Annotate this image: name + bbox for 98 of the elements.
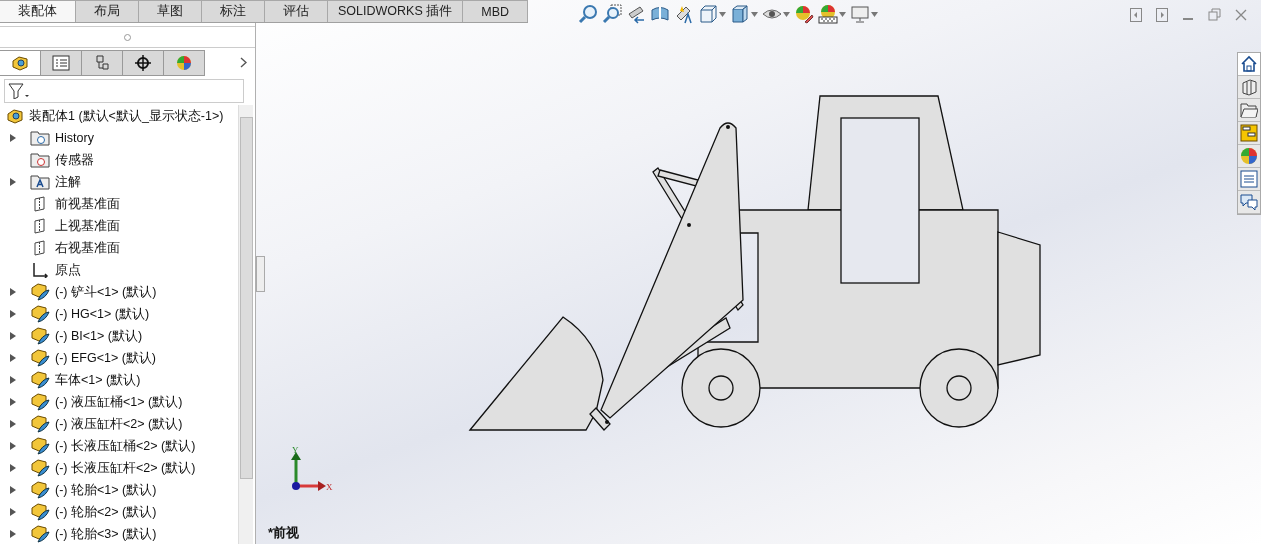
expand-arrow-icon[interactable]	[10, 442, 16, 450]
property-list-icon[interactable]	[52, 55, 70, 71]
appearance-pencil-icon[interactable]	[794, 4, 814, 24]
command-tab[interactable]: 评估	[265, 0, 328, 22]
command-tab[interactable]: 布局	[76, 0, 139, 22]
expand-arrow-icon[interactable]	[10, 530, 16, 538]
expand-arrow-icon[interactable]	[10, 464, 16, 472]
part-icon	[30, 327, 50, 345]
expand-arrow-icon[interactable]	[10, 398, 16, 406]
tree-item[interactable]: (-) EFG<1> (默认)	[0, 347, 238, 369]
crosshair-icon[interactable]	[135, 55, 151, 71]
zoom-icon[interactable]	[578, 4, 598, 24]
tree-item[interactable]: 车体<1> (默认)	[0, 369, 238, 391]
tree-item[interactable]: 传感器	[0, 149, 238, 171]
folder-letter-icon	[30, 174, 50, 190]
tile-left-icon[interactable]	[1130, 8, 1142, 22]
panel-tab[interactable]	[123, 50, 164, 76]
shaded-cube-icon[interactable]	[730, 4, 750, 24]
tree-item[interactable]: 右视基准面	[0, 237, 238, 259]
filter-icon	[8, 83, 30, 99]
tree-item[interactable]: History	[0, 127, 238, 149]
cube-icon[interactable]	[698, 4, 718, 24]
expand-arrow-icon[interactable]	[10, 332, 16, 340]
part-icon	[30, 371, 50, 389]
command-tab[interactable]: MBD	[463, 0, 528, 22]
folder-gauge-icon	[30, 152, 50, 168]
expand-arrow-icon[interactable]	[10, 420, 16, 428]
part-icon	[30, 525, 50, 543]
part-icon	[30, 305, 50, 323]
command-tab[interactable]: SOLIDWORKS 插件	[328, 0, 464, 22]
part-icon	[30, 481, 50, 499]
axis-label: Y	[292, 445, 299, 455]
expand-arrow-icon[interactable]	[10, 310, 16, 318]
filter-field[interactable]	[4, 79, 244, 103]
origin-axes-icon	[30, 262, 50, 278]
assembly-icon[interactable]	[11, 55, 29, 71]
tree-item[interactable]: (-) 轮胎<1> (默认)	[0, 479, 238, 501]
chevron-right-icon[interactable]	[240, 57, 247, 68]
expand-arrow-icon[interactable]	[10, 134, 16, 142]
annotation-view-icon[interactable]	[674, 4, 694, 24]
panel-collapse-handle[interactable]	[256, 256, 265, 292]
tree-item[interactable]: (-) HG<1> (默认)	[0, 303, 238, 325]
tree-item[interactable]: 前视基准面	[0, 193, 238, 215]
tree-item[interactable]: (-) 长液压缸桶<2> (默认)	[0, 435, 238, 457]
close-icon[interactable]	[1235, 8, 1247, 22]
tree-item[interactable]: (-) 长液压缸杆<2> (默认)	[0, 457, 238, 479]
assembly-icon	[6, 108, 24, 124]
tree-item[interactable]: (-) 液压缸杆<2> (默认)	[0, 413, 238, 435]
tree-item[interactable]: 原点	[0, 259, 238, 281]
command-tab[interactable]: 标注	[202, 0, 265, 22]
expand-arrow-icon[interactable]	[10, 178, 16, 186]
caret-icon[interactable]	[871, 11, 878, 17]
comments-icon[interactable]	[1240, 193, 1258, 211]
zoom-area-icon[interactable]	[602, 4, 622, 24]
axis-label: X	[326, 482, 333, 492]
color-ball-icon[interactable]	[176, 55, 192, 71]
command-tab[interactable]: 草图	[139, 0, 202, 22]
configuration-icon[interactable]	[94, 55, 110, 71]
panel-tab[interactable]	[0, 50, 41, 76]
tree-item[interactable]: (-) 铲斗<1> (默认)	[0, 281, 238, 303]
folder-icon[interactable]	[1240, 101, 1258, 119]
caret-icon[interactable]	[751, 11, 758, 17]
caret-icon[interactable]	[839, 11, 846, 17]
parts-library-icon[interactable]	[1240, 78, 1258, 96]
expand-arrow-icon[interactable]	[10, 288, 16, 296]
list-icon[interactable]	[1240, 170, 1258, 188]
part-icon	[30, 437, 50, 455]
tree-item[interactable]: 注解	[0, 171, 238, 193]
scene-icon[interactable]	[818, 4, 838, 24]
scrollbar[interactable]	[238, 105, 253, 544]
expand-arrow-icon[interactable]	[10, 508, 16, 516]
tree-root-item[interactable]: 装配体1 (默认<默认_显示状态-1>)	[0, 105, 238, 127]
tree-item[interactable]: (-) 液压缸桶<1> (默认)	[0, 391, 238, 413]
part-icon	[30, 283, 50, 301]
view-name: *前视	[268, 524, 300, 542]
part-icon	[30, 459, 50, 477]
section-view-icon[interactable]	[650, 4, 670, 24]
tree-item[interactable]: (-) BI<1> (默认)	[0, 325, 238, 347]
expand-arrow-icon[interactable]	[10, 376, 16, 384]
binoculars-icon[interactable]	[626, 4, 646, 24]
part-icon	[30, 393, 50, 411]
part-icon	[30, 349, 50, 367]
folder-clock-icon	[30, 130, 50, 146]
expand-arrow-icon[interactable]	[10, 486, 16, 494]
tile-right-icon[interactable]	[1156, 8, 1168, 22]
tree-item[interactable]: 上视基准面	[0, 215, 238, 237]
part-icon	[30, 415, 50, 433]
command-tab[interactable]: 装配体	[0, 0, 76, 22]
caret-icon[interactable]	[719, 11, 726, 17]
part-icon	[30, 503, 50, 521]
color-ball-icon[interactable]	[1240, 147, 1258, 165]
tree-item[interactable]: (-) 轮胎<2> (默认)	[0, 501, 238, 523]
axis-triad-drawing	[291, 452, 326, 491]
caret-icon[interactable]	[783, 11, 790, 17]
properties-icon[interactable]	[1240, 124, 1258, 142]
tree-item[interactable]: (-) 轮胎<3> (默认)	[0, 523, 238, 544]
expand-arrow-icon[interactable]	[10, 354, 16, 362]
home-icon[interactable]	[1240, 55, 1258, 73]
